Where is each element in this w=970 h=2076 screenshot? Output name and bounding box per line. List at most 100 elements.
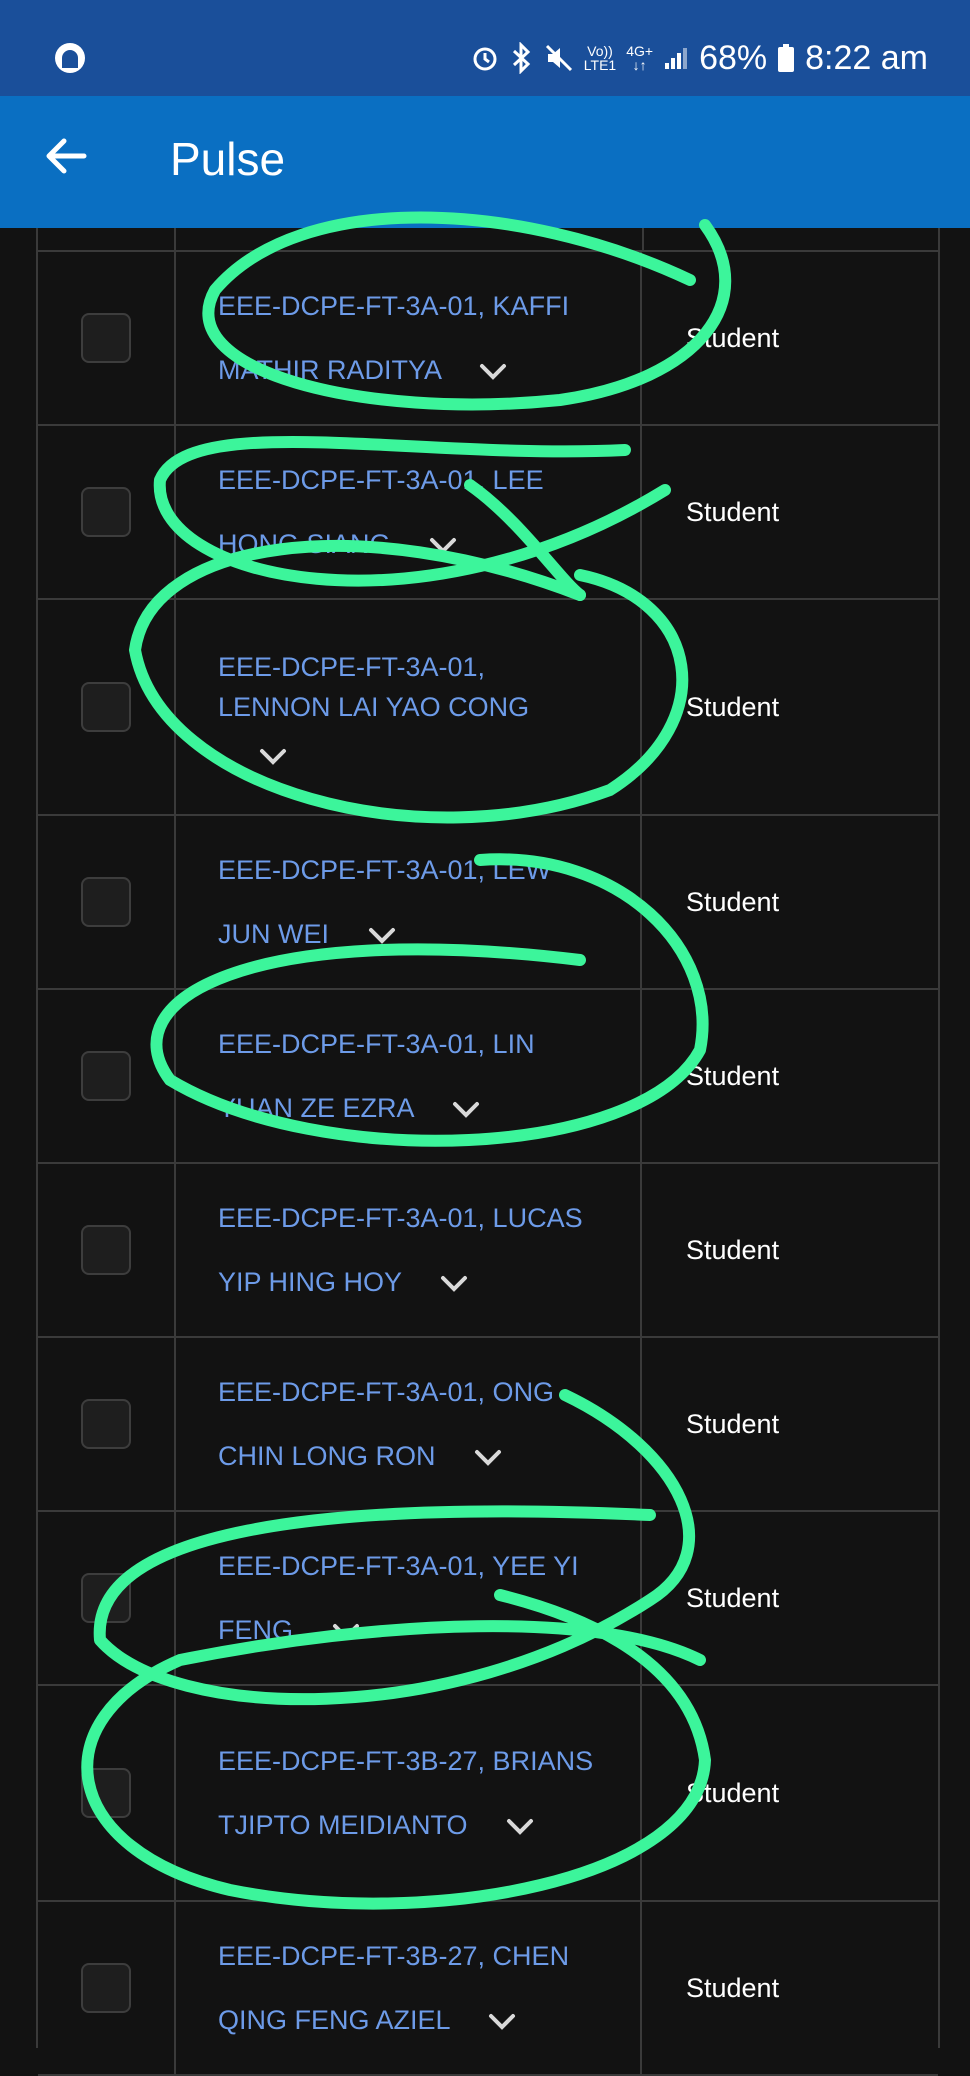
- member-name-cell: EEE-DCPE-FT-3A-01, LIN YUAN ZE EZRA: [176, 990, 642, 1162]
- role-cell: Student: [642, 1338, 938, 1510]
- name-line-2[interactable]: LENNON LAI YAO CONG: [218, 687, 620, 727]
- app-notification-icon: [55, 43, 85, 73]
- name-line-2-text[interactable]: CHIN LONG RON: [218, 1441, 436, 1471]
- row-checkbox[interactable]: [81, 682, 131, 732]
- table-row: EEE-DCPE-FT-3A-01, LUCAS YIP HING HOY St…: [38, 1164, 938, 1338]
- row-select-cell: [38, 252, 176, 424]
- name-line-1[interactable]: EEE-DCPE-FT-3A-01, LEE: [218, 460, 620, 500]
- name-line-2: MATHIR RADITYA: [218, 350, 620, 390]
- table-row: EEE-DCPE-FT-3A-01, LIN YUAN ZE EZRA Stud…: [38, 990, 938, 1164]
- chevron-down-icon[interactable]: [367, 926, 397, 946]
- role-label: Student: [686, 1408, 780, 1439]
- name-line-1[interactable]: EEE-DCPE-FT-3A-01, ONG: [218, 1372, 620, 1412]
- role-cell: Student: [642, 1902, 938, 2074]
- table-row: EEE-DCPE-FT-3A-01, LEE HONG SIANG Studen…: [38, 426, 938, 600]
- row-checkbox[interactable]: [81, 1051, 131, 1101]
- role-label: Student: [686, 1582, 780, 1613]
- alarm-icon: [473, 47, 497, 71]
- name-line-2: YUAN ZE EZRA: [218, 1088, 620, 1128]
- name-line-2-text[interactable]: HONG SIANG: [218, 529, 391, 559]
- name-line-2: HONG SIANG: [218, 524, 620, 564]
- row-checkbox[interactable]: [81, 1573, 131, 1623]
- mute-icon: [545, 44, 572, 72]
- role-cell: Student: [642, 1512, 938, 1684]
- battery-icon: [778, 44, 795, 72]
- name-line-1[interactable]: EEE-DCPE-FT-3A-01, YEE YI: [218, 1546, 620, 1586]
- member-name-cell: EEE-DCPE-FT-3A-01, KAFFI MATHIR RADITYA: [176, 252, 642, 424]
- signal-gen-text: 4G+: [626, 43, 654, 59]
- member-name-cell: EEE-DCPE-FT-3B-27, BRIANS TJIPTO MEIDIAN…: [176, 1686, 642, 1900]
- row-select-cell: [38, 1338, 176, 1510]
- name-line-2: FENG: [218, 1610, 620, 1650]
- member-name-cell: EEE-DCPE-FT-3A-01, LEE HONG SIANG: [176, 426, 642, 598]
- network-label: Vo)) LTE1: [584, 44, 616, 72]
- name-line-2: QING FENG AZIEL: [218, 2000, 620, 2040]
- table-row: EEE-DCPE-FT-3A-01, LENNON LAI YAO CONG S…: [38, 600, 938, 816]
- row-select-cell: [38, 1164, 176, 1336]
- row-select-cell: [38, 426, 176, 598]
- name-line-1[interactable]: EEE-DCPE-FT-3B-27, CHEN: [218, 1936, 620, 1976]
- row-select-cell: [38, 1512, 176, 1684]
- name-line-2: CHIN LONG RON: [218, 1436, 620, 1476]
- status-bar: Vo)) LTE1 4G+ ↓↑ 68% 8:22 am: [0, 0, 970, 96]
- clock-time: 8:22 am: [805, 38, 928, 77]
- role-cell: Student: [642, 600, 938, 814]
- role-cell: Student: [642, 1686, 938, 1900]
- name-line-1[interactable]: EEE-DCPE-FT-3A-01, LUCAS: [218, 1198, 620, 1238]
- bluetooth-icon: [512, 42, 530, 74]
- chevron-down-icon[interactable]: [505, 1817, 535, 1837]
- name-line-2-text[interactable]: YIP HING HOY: [218, 1267, 402, 1297]
- row-select-cell: [38, 600, 176, 814]
- role-cell: Student: [642, 816, 938, 988]
- role-cell: Student: [642, 1164, 938, 1336]
- role-label: Student: [686, 886, 780, 917]
- role-label: Student: [686, 496, 780, 527]
- row-checkbox[interactable]: [81, 313, 131, 363]
- name-line-2-text[interactable]: QING FENG AZIEL: [218, 2005, 450, 2035]
- row-select-cell: [38, 1686, 176, 1900]
- role-label: Student: [686, 1060, 780, 1091]
- chevron-down-icon[interactable]: [478, 362, 508, 382]
- row-checkbox[interactable]: [81, 1768, 131, 1818]
- name-line-2-text[interactable]: TJIPTO MEIDIANTO: [218, 1810, 468, 1840]
- table-row: EEE-DCPE-FT-3A-01, ONG CHIN LONG RON Stu…: [38, 1338, 938, 1512]
- name-line-2-text[interactable]: YUAN ZE EZRA: [218, 1093, 413, 1123]
- name-line-1[interactable]: EEE-DCPE-FT-3B-27, BRIANS: [218, 1741, 620, 1781]
- row-checkbox[interactable]: [81, 487, 131, 537]
- row-checkbox[interactable]: [81, 1399, 131, 1449]
- row-select-cell: [38, 990, 176, 1162]
- role-label: Student: [686, 1777, 780, 1808]
- role-label: Student: [686, 322, 780, 353]
- name-line-1[interactable]: EEE-DCPE-FT-3A-01, LIN: [218, 1024, 620, 1064]
- row-checkbox[interactable]: [81, 1225, 131, 1275]
- row-checkbox[interactable]: [81, 877, 131, 927]
- name-line-1[interactable]: EEE-DCPE-FT-3A-01, KAFFI: [218, 286, 620, 326]
- chevron-down-icon[interactable]: [473, 1448, 503, 1468]
- name-line-2-text[interactable]: FENG: [218, 1615, 293, 1645]
- role-cell: Student: [642, 426, 938, 598]
- role-label: Student: [686, 1234, 780, 1265]
- name-line-1[interactable]: EEE-DCPE-FT-3A-01,: [218, 647, 620, 687]
- row-select-cell: [38, 816, 176, 988]
- name-line-2-text[interactable]: MATHIR RADITYA: [218, 355, 441, 385]
- member-name-cell: EEE-DCPE-FT-3A-01, LEW JUN WEI: [176, 816, 642, 988]
- row-checkbox[interactable]: [81, 1963, 131, 2013]
- chevron-down-icon[interactable]: [451, 1100, 481, 1120]
- name-line-2-text[interactable]: JUN WEI: [218, 919, 329, 949]
- member-table: EEE-DCPE-FT-3A-01, KAFFI MATHIR RADITYA …: [36, 228, 940, 2076]
- chevron-down-icon[interactable]: [439, 1274, 469, 1294]
- chevron-down-icon[interactable]: [487, 2012, 517, 2032]
- member-name-cell: EEE-DCPE-FT-3A-01, LUCAS YIP HING HOY: [176, 1164, 642, 1336]
- battery-percent: 68%: [699, 38, 768, 77]
- member-name-cell: EEE-DCPE-FT-3B-27, CHEN QING FENG AZIEL: [176, 1902, 642, 2074]
- name-line-1[interactable]: EEE-DCPE-FT-3A-01, LEW: [218, 850, 620, 890]
- chevron-down-icon[interactable]: [258, 747, 288, 767]
- back-button[interactable]: [34, 124, 98, 188]
- table-top-sliver: [38, 228, 938, 252]
- table-row: EEE-DCPE-FT-3B-27, CHEN QING FENG AZIEL …: [38, 1902, 938, 2076]
- status-icons: Vo)) LTE1 4G+ ↓↑ 68% 8:22 am: [470, 30, 928, 86]
- chevron-down-icon[interactable]: [331, 1622, 361, 1642]
- data-arrows-icon: ↓↑: [632, 57, 647, 73]
- chevron-down-icon[interactable]: [428, 536, 458, 556]
- member-name-cell: EEE-DCPE-FT-3A-01, ONG CHIN LONG RON: [176, 1338, 642, 1510]
